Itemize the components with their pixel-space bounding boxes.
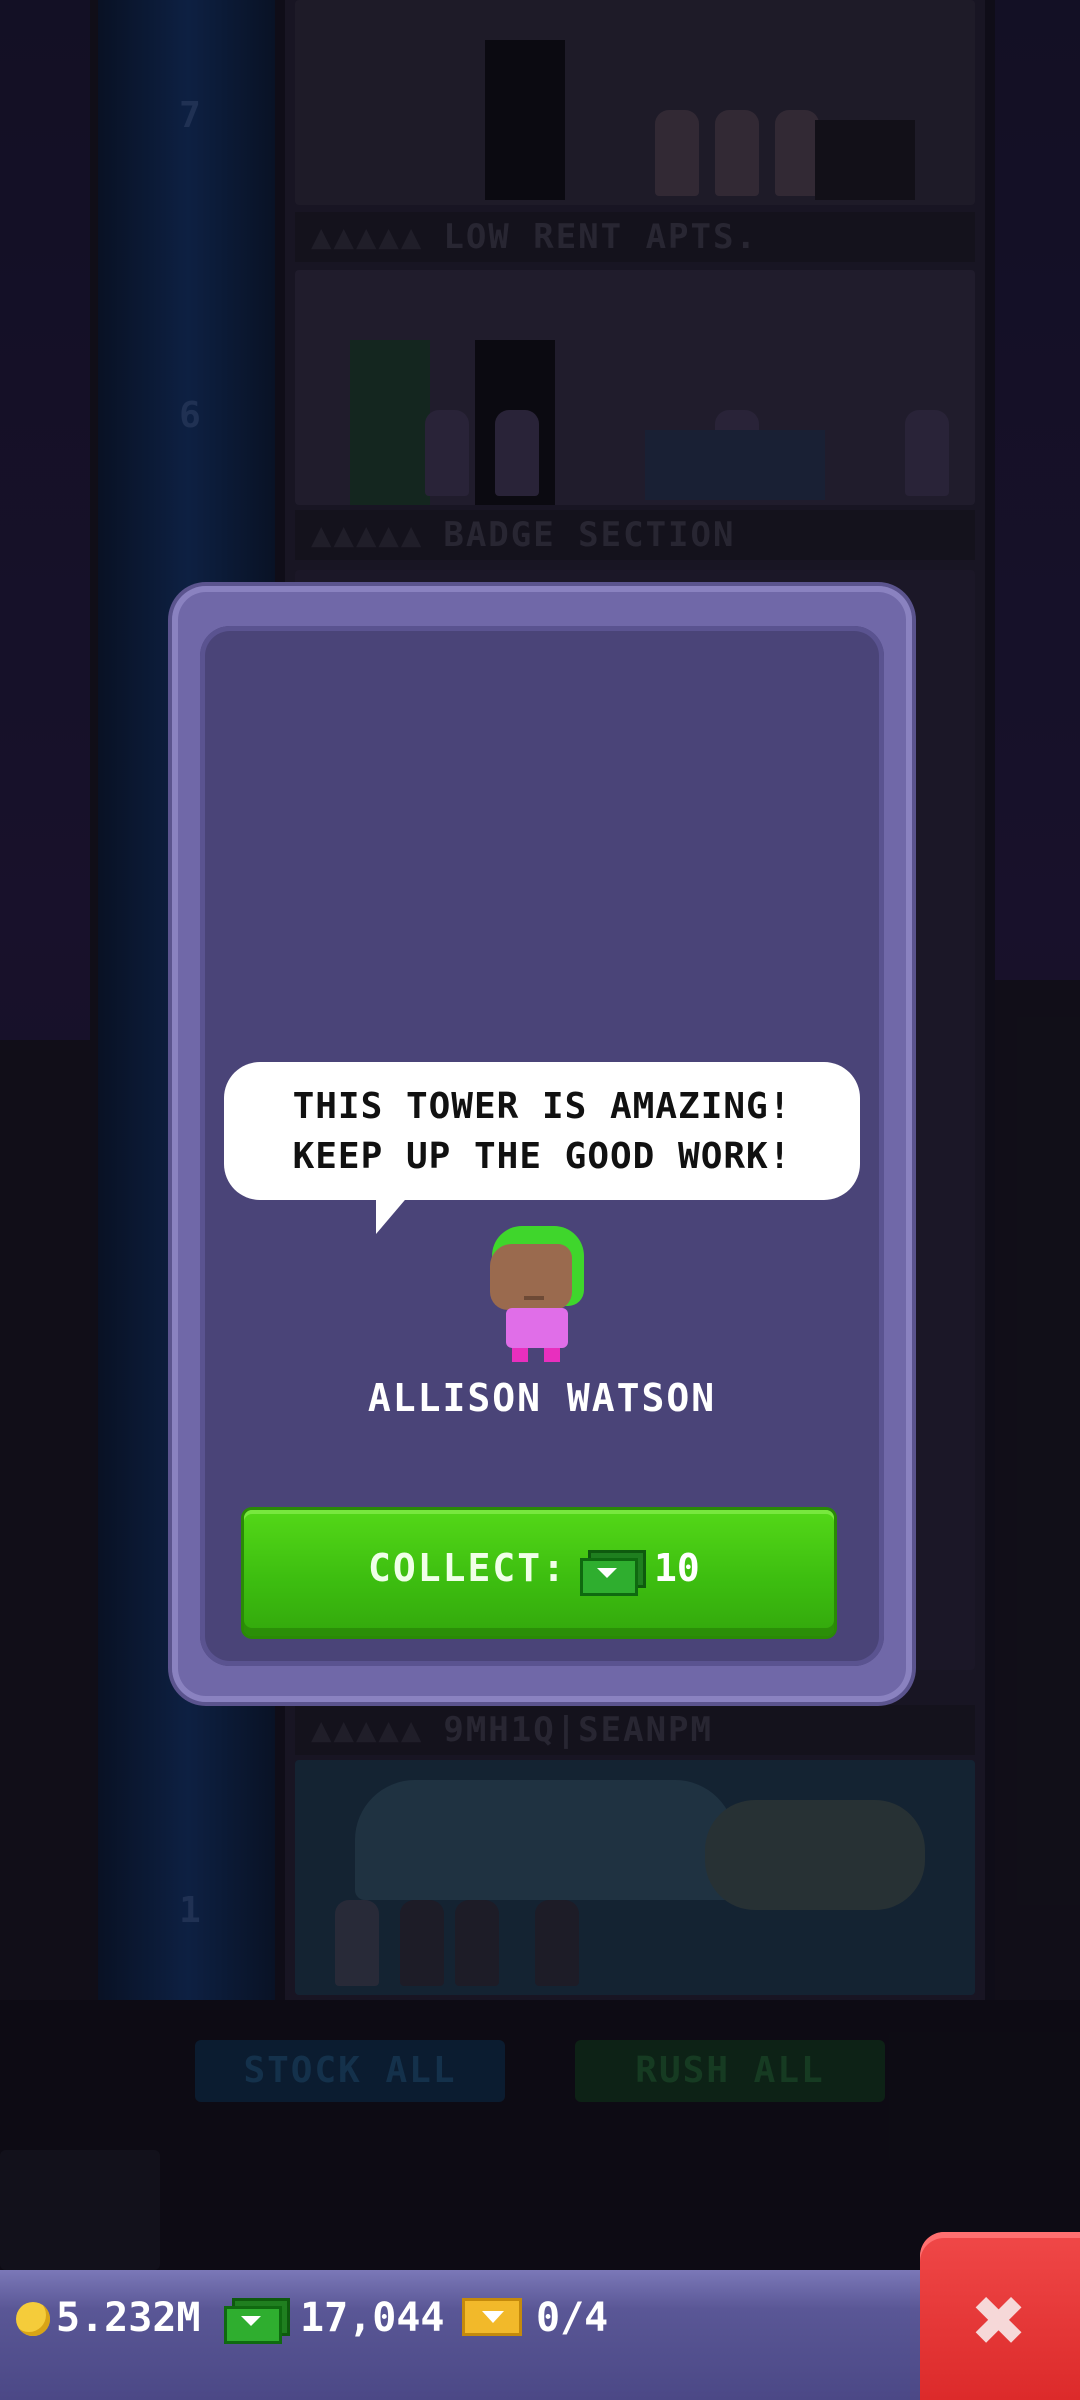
speech-text: THIS TOWER IS AMAZING! KEEP UP THE GOOD … <box>224 1082 860 1182</box>
speech-line-1: THIS TOWER IS AMAZING! <box>292 1086 792 1127</box>
golden-ticket-icon <box>462 2298 522 2336</box>
collect-label: COLLECT: <box>368 1546 568 1590</box>
bux-icon <box>580 1550 646 1596</box>
speech-bubble-tail <box>376 1194 410 1234</box>
avatar-mouth <box>524 1296 544 1300</box>
avatar-body <box>506 1308 568 1348</box>
bux-icon <box>224 2298 290 2344</box>
coin-balance: 5.232M <box>56 2295 201 2341</box>
avatar-face <box>490 1244 572 1310</box>
close-button[interactable]: ✖ <box>920 2232 1080 2400</box>
character-avatar <box>488 1226 592 1364</box>
collect-amount: 10 <box>654 1546 700 1590</box>
speech-bubble: THIS TOWER IS AMAZING! KEEP UP THE GOOD … <box>224 1062 860 1200</box>
coin-icon <box>16 2302 50 2336</box>
avatar-leg <box>544 1348 560 1362</box>
character-name: ALLISON WATSON <box>367 1376 717 1420</box>
ticket-count: 0/4 <box>536 2295 609 2341</box>
collect-button[interactable]: COLLECT: 10 <box>244 1510 834 1636</box>
bux-balance: 17,044 <box>300 2295 445 2341</box>
visitor-dialog: THIS TOWER IS AMAZING! KEEP UP THE GOOD … <box>172 586 912 1702</box>
speech-line-2: KEEP UP THE GOOD WORK! <box>292 1136 792 1177</box>
close-icon: ✖ <box>972 2268 1028 2373</box>
avatar-leg <box>512 1348 528 1362</box>
